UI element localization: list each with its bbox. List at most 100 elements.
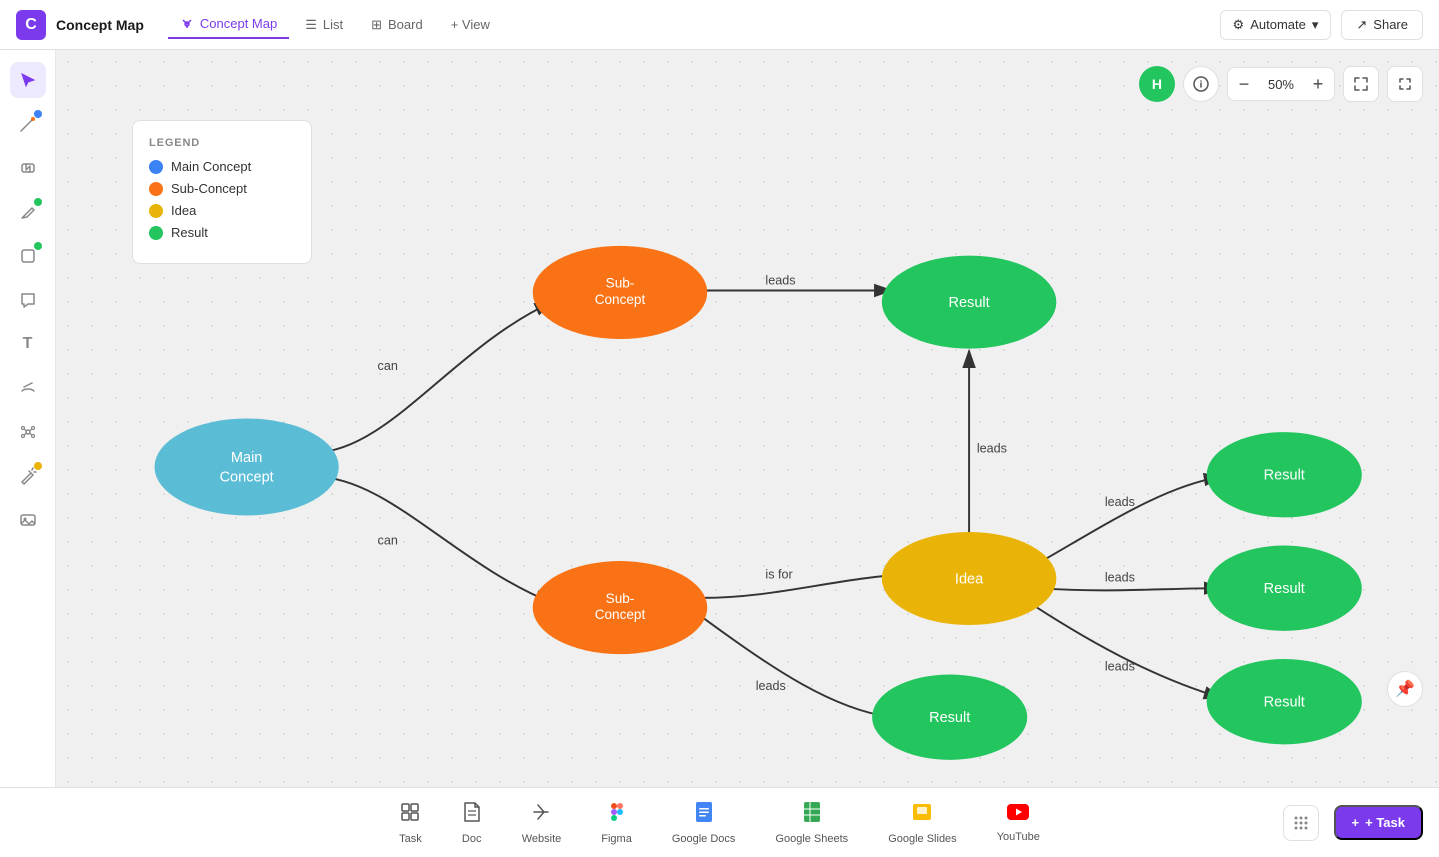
node-sub-concept-2-label: Sub-: [606, 591, 635, 606]
edge-label-can2: can: [378, 534, 398, 548]
legend-sub-concept: Sub-Concept: [149, 181, 295, 196]
app-logo: C: [16, 10, 46, 40]
legend: LEGEND Main Concept Sub-Concept Idea Res…: [132, 120, 312, 264]
edge-label-leads1: leads: [765, 274, 795, 288]
edge-idea-to-result-rm: [1042, 588, 1221, 590]
edge-label-leads6: leads: [1105, 660, 1135, 674]
svg-text:Concept: Concept: [595, 607, 646, 622]
edge-label-leads5: leads: [1105, 570, 1135, 584]
topbar-right: ⚙ Automate ▾ ↗ Share: [1220, 10, 1423, 40]
toolbar-figma[interactable]: Figma: [581, 793, 652, 853]
node-result-bottom-left-label: Result: [929, 710, 970, 726]
tab-list[interactable]: ☰ List: [293, 10, 355, 39]
edge-label-leads3: leads: [977, 441, 1007, 455]
grid-view-button[interactable]: [1283, 805, 1319, 841]
toolbar-figma-label: Figma: [601, 833, 632, 845]
edge-label-can1: can: [378, 359, 398, 373]
node-main-concept-label: Main: [231, 450, 263, 466]
share-icon: ↗: [1356, 17, 1367, 33]
toolbar-doc[interactable]: Doc: [442, 793, 502, 853]
topbar: C Concept Map Concept Map ☰ List ⊞ Board…: [0, 0, 1439, 50]
legend-dot-idea: [149, 204, 163, 218]
pin-button[interactable]: 📌: [1387, 671, 1423, 707]
user-avatar: H: [1139, 66, 1175, 102]
svg-text:Concept: Concept: [220, 470, 274, 486]
toolbar-google-docs-label: Google Docs: [672, 833, 736, 845]
edge-main-to-sub1: [315, 302, 553, 452]
canvas-controls: H − 50% +: [1139, 66, 1423, 102]
doc-icon: [462, 801, 482, 829]
app-title: Concept Map: [56, 17, 144, 33]
zoom-in-button[interactable]: +: [1302, 68, 1334, 100]
sidebar-link-icon[interactable]: [10, 150, 46, 186]
sidebar-network-icon[interactable]: [10, 414, 46, 450]
sidebar-pen-icon[interactable]: [10, 194, 46, 230]
edge-label-isfor: is for: [765, 568, 792, 582]
add-task-button[interactable]: + + Task: [1334, 805, 1423, 840]
fit-view-button[interactable]: [1343, 66, 1379, 102]
edge-sub2-to-idea: [702, 574, 910, 598]
tab-concept-map[interactable]: Concept Map: [168, 10, 289, 39]
google-docs-icon: [695, 801, 713, 829]
toolbar-website-label: Website: [522, 833, 562, 845]
toolbar-google-sheets[interactable]: Google Sheets: [755, 793, 868, 853]
node-result-1-label: Result: [948, 295, 989, 311]
google-sheets-icon: [803, 801, 821, 829]
legend-result: Result: [149, 225, 295, 240]
plus-icon: +: [1352, 815, 1360, 830]
automate-icon: ⚙: [1233, 17, 1245, 33]
zoom-out-button[interactable]: −: [1228, 68, 1260, 100]
toolbar-google-slides[interactable]: Google Slides: [868, 793, 977, 853]
board-icon: ⊞: [371, 17, 382, 33]
website-icon: [530, 801, 552, 829]
node-main-concept[interactable]: [155, 419, 339, 516]
sidebar-comment-icon[interactable]: [10, 282, 46, 318]
zoom-control: − 50% +: [1227, 67, 1335, 101]
sidebar-shape-icon[interactable]: [10, 238, 46, 274]
toolbar-youtube[interactable]: YouTube: [977, 795, 1060, 851]
tab-board[interactable]: ⊞ Board: [359, 10, 435, 39]
figma-icon: [607, 801, 627, 829]
legend-main-concept: Main Concept: [149, 159, 295, 174]
sidebar-magic-icon[interactable]: [10, 106, 46, 142]
edge-idea-to-result-rt: [1037, 477, 1221, 564]
automate-button[interactable]: ⚙ Automate ▾: [1220, 10, 1332, 40]
sidebar-image-icon[interactable]: [10, 502, 46, 538]
legend-title: LEGEND: [149, 137, 295, 149]
bottom-toolbar: Task Doc Website: [0, 787, 1439, 857]
sidebar-brush-icon[interactable]: [10, 370, 46, 406]
chevron-down-icon: ▾: [1312, 17, 1319, 33]
fullscreen-button[interactable]: [1387, 66, 1423, 102]
info-button[interactable]: [1183, 66, 1219, 102]
task-icon: [399, 801, 421, 829]
legend-dot-sub: [149, 182, 163, 196]
concept-map-icon: [180, 17, 194, 31]
node-sub-concept-1-label: Sub-: [606, 276, 635, 291]
sidebar-magic-wand-icon[interactable]: [10, 458, 46, 494]
node-result-right-mid-label: Result: [1264, 581, 1305, 597]
svg-text:Concept: Concept: [595, 292, 646, 307]
topbar-tabs: Concept Map ☰ List ⊞ Board + View: [168, 10, 1220, 39]
canvas-area[interactable]: H − 50% +: [56, 50, 1439, 787]
node-result-right-bot-label: Result: [1264, 695, 1305, 711]
legend-idea: Idea: [149, 203, 295, 218]
edge-sub2-to-result-bottom: [702, 617, 891, 717]
sidebar-text-icon[interactable]: T: [10, 326, 46, 362]
toolbar-google-slides-label: Google Slides: [888, 833, 957, 845]
share-button[interactable]: ↗ Share: [1341, 10, 1423, 40]
tab-add-view[interactable]: + View: [439, 10, 502, 39]
legend-dot-main: [149, 160, 163, 174]
toolbar-task-label: Task: [399, 833, 422, 845]
toolbar-task[interactable]: Task: [379, 793, 442, 853]
edge-idea-to-result-rb: [1037, 608, 1221, 698]
toolbar-website[interactable]: Website: [502, 793, 582, 853]
legend-dot-result: [149, 226, 163, 240]
edge-main-to-sub2: [315, 477, 553, 603]
edge-label-leads2: leads: [756, 679, 786, 693]
toolbar-google-docs[interactable]: Google Docs: [652, 793, 756, 853]
edge-label-leads4: leads: [1105, 495, 1135, 509]
list-icon: ☰: [305, 17, 317, 33]
zoom-level: 50%: [1260, 77, 1302, 92]
sidebar-arrow-cursor-icon[interactable]: [10, 62, 46, 98]
main-area: T: [0, 50, 1439, 787]
